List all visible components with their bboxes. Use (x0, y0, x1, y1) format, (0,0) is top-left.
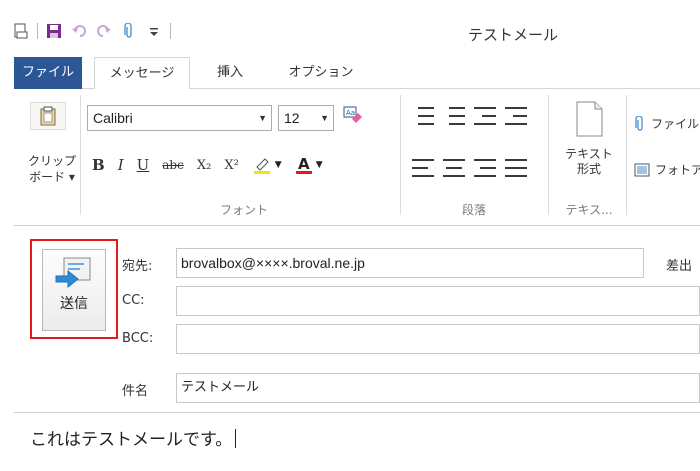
attach-icon[interactable] (120, 22, 138, 40)
clipboard-group-label[interactable]: クリップ ボード ▾ (22, 153, 82, 185)
ribbon-tabs: ファイル メッセージ 挿入 オプション (14, 57, 700, 90)
bullet-list-icon[interactable] (443, 107, 465, 125)
strikethrough-button[interactable]: abc (162, 158, 184, 172)
redo-icon[interactable] (95, 22, 113, 40)
to-label: 宛先: (122, 259, 153, 274)
group-separator (400, 95, 401, 215)
paste-button[interactable] (30, 102, 66, 130)
chevron-down-icon: ▼ (320, 113, 329, 123)
font-color-icon: A (295, 155, 312, 174)
ribbon: クリップ ボード ▾ Calibri ▼ 12 ▼ Aa B I U abc X… (14, 89, 700, 226)
from-label[interactable]: 差出 (666, 255, 692, 274)
paragraph-group-label: 段落 (461, 203, 486, 217)
clipboard-icon (40, 106, 56, 126)
subscript-button[interactable]: X₂ (197, 158, 211, 173)
paragraph-row-1 (412, 107, 527, 125)
send-button-label: 送信 (60, 296, 88, 312)
subject-field[interactable]: テストメール (176, 373, 700, 403)
window-title: テストメール (468, 26, 559, 44)
font-name-value: Calibri (93, 110, 133, 126)
paperclip-icon (635, 115, 643, 131)
text-format-label: テキスト 形式 (565, 147, 613, 176)
cc-field[interactable] (176, 286, 700, 316)
superscript-button[interactable]: X² (224, 158, 238, 173)
bcc-label: BCC: (122, 331, 154, 346)
paragraph-row-2 (412, 159, 527, 177)
justify-icon[interactable] (505, 159, 527, 177)
subject-label: 件名 (122, 384, 149, 399)
new-document-icon[interactable] (12, 22, 30, 40)
tab-message[interactable]: メッセージ (94, 57, 190, 90)
chevron-down-icon: ▼ (274, 160, 282, 170)
numbered-list-icon[interactable] (412, 107, 434, 125)
font-color-button[interactable]: A ▼ (295, 155, 323, 175)
increase-indent-icon[interactable] (505, 107, 527, 125)
attach-file-button[interactable]: ファイル (634, 115, 699, 132)
body-divider (14, 412, 700, 413)
text-caret (235, 429, 237, 448)
send-button-highlight: 送信 (30, 239, 118, 339)
save-icon[interactable] (45, 22, 63, 40)
font-name-select[interactable]: Calibri ▼ (87, 105, 272, 131)
underline-button[interactable]: U (137, 156, 150, 174)
send-button[interactable]: 送信 (42, 249, 106, 331)
group-separator (80, 95, 81, 215)
document-icon (576, 101, 603, 137)
text-group-label: テキス... (565, 203, 613, 217)
text-format-button[interactable]: テキスト 形式 (553, 101, 625, 177)
customize-qat-icon[interactable] (145, 22, 163, 40)
chevron-down-icon: ▼ (315, 160, 323, 170)
highlighter-icon (253, 158, 270, 174)
message-body-text: これはテストメールです。 (30, 430, 233, 450)
font-group-label: フォント (219, 203, 268, 217)
font-size-value: 12 (284, 110, 300, 126)
photo-icon (634, 163, 650, 176)
attach-file-label: ファイル (651, 117, 700, 131)
align-center-icon[interactable] (443, 159, 465, 177)
compose-area: 送信 宛先: brovalbox@××××.broval.ne.jp 差出 CC… (14, 227, 700, 471)
tab-options[interactable]: オプション (276, 57, 366, 89)
font-size-select[interactable]: 12 ▼ (278, 105, 334, 131)
tab-file[interactable]: ファイル (14, 57, 82, 89)
to-field[interactable]: brovalbox@××××.broval.ne.jp (176, 248, 644, 278)
chevron-down-icon: ▼ (258, 113, 267, 123)
font-format-row: B I U abc X₂ X² ▼ A ▼ (92, 155, 323, 175)
qat-separator-2 (170, 23, 171, 39)
italic-button[interactable]: I (118, 156, 124, 174)
qat-separator (37, 23, 38, 39)
title-bar: テストメール (0, 12, 700, 57)
group-separator (548, 95, 549, 215)
decrease-indent-icon[interactable] (474, 107, 496, 125)
cc-label: CC: (122, 293, 145, 308)
clear-formatting-icon[interactable]: Aa (342, 105, 364, 131)
bold-button[interactable]: B (92, 156, 105, 174)
undo-icon[interactable] (70, 22, 88, 40)
quick-access-toolbar (12, 22, 171, 40)
svg-text:A: A (298, 155, 310, 173)
send-mail-icon (55, 257, 91, 289)
photo-album-button[interactable]: フォトア (634, 161, 700, 178)
tab-insert[interactable]: 挿入 (204, 57, 256, 89)
photo-album-label: フォトア (655, 163, 700, 177)
group-separator (626, 95, 627, 215)
svg-text:Aa: Aa (346, 109, 355, 117)
align-right-icon[interactable] (474, 159, 496, 177)
align-left-icon[interactable] (412, 159, 434, 177)
bcc-field[interactable] (176, 324, 700, 354)
message-body[interactable]: これはテストメールです。 (30, 425, 237, 450)
text-highlight-button[interactable]: ▼ (252, 155, 282, 175)
